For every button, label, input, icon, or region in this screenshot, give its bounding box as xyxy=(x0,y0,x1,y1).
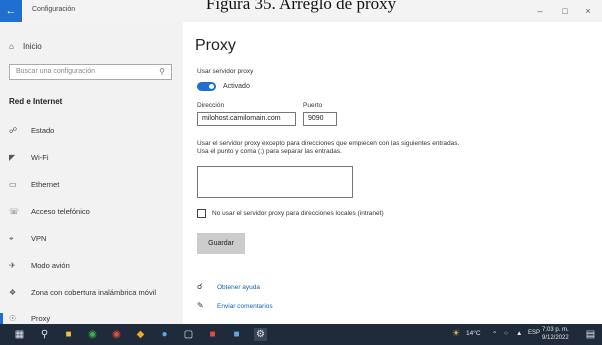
chrome-icon[interactable]: ◉ xyxy=(86,328,99,341)
taskbar: ▦ ⚲ ■ ◉ ◉ ◆ ● ▢ ■ ■ ⚙ ☀ 14°C ⌃ ○ ▲ ESP 7… xyxy=(0,324,602,345)
toggle-knob xyxy=(209,84,214,89)
figure-caption: Figura 35. Arreglo de proxy xyxy=(205,0,397,13)
clock-date: 9/12/2022 xyxy=(542,335,569,341)
app-icon[interactable]: ◆ xyxy=(134,328,147,341)
sidebar-item-vpn[interactable]: ⌖ VPN xyxy=(9,232,46,246)
sidebar-item-label: Zona con cobertura inalámbrica móvil xyxy=(31,288,157,297)
sidebar-item-wifi[interactable]: ◤ Wi-Fi xyxy=(9,151,49,165)
sidebar-item-estado[interactable]: ☍ Estado xyxy=(9,124,54,138)
vpn-icon: ⌖ xyxy=(9,234,14,243)
sidebar-item-label: Ethernet xyxy=(31,180,60,189)
port-input[interactable]: 9090 xyxy=(303,112,337,126)
sidebar-item-ethernet[interactable]: ▭ Ethernet xyxy=(9,178,59,192)
weather-icon: ☀ xyxy=(452,328,461,338)
file-explorer-icon[interactable]: ■ xyxy=(62,328,75,341)
sidebar-item-zona-cobertura[interactable]: ❖ Zona con cobertura inalámbrica móvil xyxy=(9,286,156,300)
sidebar-item-label: Wi-Fi xyxy=(31,153,49,162)
wifi-icon: ◤ xyxy=(9,153,16,162)
sidebar-item-home[interactable]: ⌂ Inicio xyxy=(9,42,42,51)
chevron-up-icon[interactable]: ⌃ xyxy=(492,330,497,338)
exceptions-textarea[interactable] xyxy=(197,166,353,198)
use-proxy-toggle[interactable] xyxy=(197,82,216,91)
search-placeholder: Buscar una configuración xyxy=(16,68,95,75)
exceptions-description: Usar el servidor proxy excepto para dire… xyxy=(197,140,460,155)
feedback-icon: ✎ xyxy=(197,301,204,310)
clock[interactable]: 7:03 p. m. 9/12/2022 xyxy=(542,326,569,342)
sidebar-item-acceso-telefonico[interactable]: ☏ Acceso telefónico xyxy=(9,205,90,219)
airplane-icon: ✈ xyxy=(9,261,16,270)
sidebar-item-label: VPN xyxy=(31,234,47,243)
local-bypass-checkbox[interactable] xyxy=(197,209,206,218)
use-proxy-label: Usar servidor proxy xyxy=(197,68,254,75)
dialup-icon: ☏ xyxy=(9,207,20,216)
local-bypass-label: No usar el servidor proxy para direccion… xyxy=(212,210,384,217)
mail-icon[interactable]: ▢ xyxy=(182,328,195,341)
home-icon: ⌂ xyxy=(9,42,14,51)
temperature[interactable]: 14°C xyxy=(466,330,481,337)
sidebar-item-label: Proxy xyxy=(31,314,51,323)
ethernet-icon: ▭ xyxy=(9,180,17,189)
sidebar-item-label: Acceso telefónico xyxy=(31,207,90,216)
volume-icon[interactable]: ▲ xyxy=(516,330,522,337)
settings-icon[interactable]: ⚙ xyxy=(254,328,267,341)
section-heading: Red e Internet xyxy=(9,97,63,106)
clock-time: 7:03 p. m. xyxy=(542,327,569,333)
toggle-state-label: Activado xyxy=(223,83,250,90)
hotspot-icon: ❖ xyxy=(9,288,17,297)
start-icon[interactable]: ▦ xyxy=(13,328,26,341)
help-link[interactable]: Obtener ayuda xyxy=(217,284,260,291)
search-icon: ⚲ xyxy=(159,67,165,76)
network-icon[interactable]: ○ xyxy=(504,330,508,337)
app-icon[interactable]: ● xyxy=(158,328,171,341)
address-input[interactable]: milohost.camilomain.com xyxy=(197,112,296,126)
sidebar-item-label: Estado xyxy=(31,126,55,135)
port-label: Puerto xyxy=(303,102,323,109)
save-button[interactable]: Guardar xyxy=(197,233,245,254)
notification-icon[interactable]: ▤ xyxy=(584,328,597,341)
language-label[interactable]: ESP xyxy=(528,330,540,336)
feedback-link[interactable]: Enviar comentarios xyxy=(217,303,273,310)
sidebar: ⌂ Inicio Buscar una configuración ⚲ Red e… xyxy=(0,22,183,325)
main-panel: Proxy Usar servidor proxy Activado Direc… xyxy=(183,22,602,324)
search-input[interactable]: Buscar una configuración ⚲ xyxy=(9,64,172,80)
globe-icon: ☍ xyxy=(9,126,18,135)
sidebar-home-label: Inicio xyxy=(23,42,42,51)
sidebar-item-label: Modo avión xyxy=(31,261,70,270)
search-icon[interactable]: ⚲ xyxy=(38,328,51,341)
help-icon: ☌ xyxy=(197,282,203,291)
browser-icon[interactable]: ◉ xyxy=(110,328,123,341)
sidebar-item-modo-avion[interactable]: ✈ Modo avión xyxy=(9,259,70,273)
store-icon[interactable]: ■ xyxy=(230,328,243,341)
page-title: Proxy xyxy=(195,37,236,54)
pdf-icon[interactable]: ■ xyxy=(206,328,219,341)
address-label: Dirección xyxy=(197,102,225,109)
